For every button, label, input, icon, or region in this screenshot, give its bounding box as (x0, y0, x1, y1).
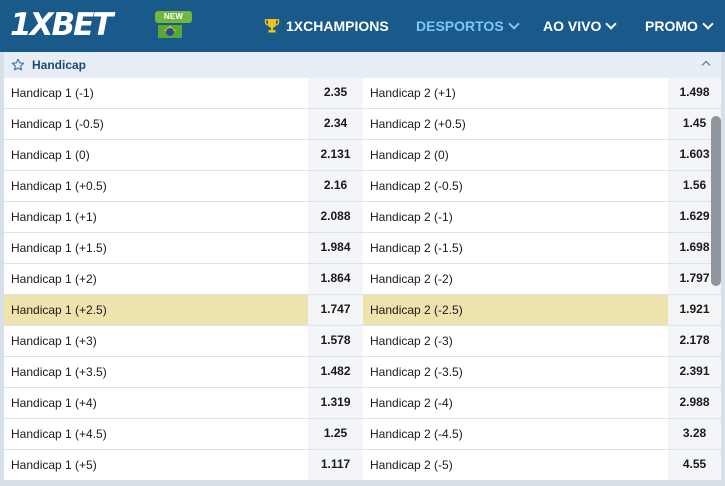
handicap-1-odds[interactable]: 1.319 (308, 388, 363, 418)
scrollbar-thumb[interactable] (711, 116, 721, 286)
top-navigation-bar: 1XBET NEW 1XCHAMPIONS DESPORTOS AO VIVO … (0, 0, 725, 52)
handicap-1-odds[interactable]: 2.088 (308, 202, 363, 232)
new-badge[interactable]: NEW (155, 11, 192, 38)
handicap-2-outcome[interactable]: Handicap 2 (-4) (363, 388, 668, 418)
handicap-1-odds[interactable]: 2.131 (308, 140, 363, 170)
handicap-1-odds[interactable]: 2.34 (308, 109, 363, 139)
handicap-1-odds[interactable]: 1.578 (308, 326, 363, 356)
trophy-icon (264, 19, 280, 33)
handicap-1-outcome[interactable]: Handicap 1 (+1.5) (4, 233, 308, 263)
handicap-1-outcome[interactable]: Handicap 1 (-1) (4, 78, 308, 108)
handicap-1-odds[interactable]: 1.864 (308, 264, 363, 294)
handicap-1-outcome[interactable]: Handicap 1 (0) (4, 140, 308, 170)
table-row: Handicap 1 (+5) 1.117 Handicap 2 (-5) 4.55 (4, 450, 721, 481)
table-row: Handicap 1 (+2) 1.864 Handicap 2 (-2) 1.797 (4, 264, 721, 295)
star-icon[interactable] (11, 58, 25, 72)
handicap-2-outcome[interactable]: Handicap 2 (-2) (363, 264, 668, 294)
nav-ao-vivo[interactable]: AO VIVO (543, 0, 618, 52)
market-header-handicap[interactable]: Handicap (4, 52, 721, 78)
table-row: Handicap 1 (+0.5) 2.16 Handicap 2 (-0.5) 1.… (4, 171, 721, 202)
handicap-2-outcome[interactable]: Handicap 2 (+1) (363, 78, 668, 108)
table-row: Handicap 1 (+1) 2.088 Handicap 2 (-1) 1.629 (4, 202, 721, 233)
handicap-1-odds[interactable]: 2.35 (308, 78, 363, 108)
chevron-down-icon (507, 18, 520, 30)
handicap-2-outcome[interactable]: Handicap 2 (-5) (363, 450, 668, 480)
logo-text: 1XBET (10, 7, 113, 43)
handicap-1-outcome[interactable]: Handicap 1 (+2) (4, 264, 308, 294)
brand-logo[interactable]: 1XBET (10, 7, 113, 43)
table-row: Handicap 1 (+4.5) 1.25 Handicap 2 (-4.5) 3.… (4, 419, 721, 450)
nav-desportos[interactable]: DESPORTOS (416, 0, 520, 52)
handicap-1-outcome[interactable]: Handicap 1 (+3.5) (4, 357, 308, 387)
handicap-odds-table: Handicap 1 (-1) 2.35 Handicap 2 (+1) 1.498 H… (4, 78, 721, 481)
handicap-1-odds[interactable]: 1.984 (308, 233, 363, 263)
handicap-2-outcome[interactable]: Handicap 2 (-1) (363, 202, 668, 232)
brazil-flag-icon (158, 25, 182, 38)
nav-desportos-label: DESPORTOS (416, 18, 504, 34)
handicap-1-outcome[interactable]: Handicap 1 (+4.5) (4, 419, 308, 449)
nav-1xchampions-label: 1XCHAMPIONS (286, 18, 389, 34)
handicap-1-outcome[interactable]: Handicap 1 (+1) (4, 202, 308, 232)
table-row: Handicap 1 (+3) 1.578 Handicap 2 (-3) 2.178 (4, 326, 721, 357)
table-row: Handicap 1 (+3.5) 1.482 Handicap 2 (-3.5) 2… (4, 357, 721, 388)
handicap-1-odds[interactable]: 2.16 (308, 171, 363, 201)
handicap-1-outcome[interactable]: Handicap 1 (+2.5) (4, 295, 308, 325)
table-row: Handicap 1 (-0.5) 2.34 Handicap 2 (+0.5) 1.… (4, 109, 721, 140)
handicap-1-outcome[interactable]: Handicap 1 (+3) (4, 326, 308, 356)
handicap-2-odds[interactable]: 2.391 (668, 357, 721, 387)
nav-1xchampions[interactable]: 1XCHAMPIONS (264, 0, 389, 52)
handicap-2-outcome[interactable]: Handicap 2 (-4.5) (363, 419, 668, 449)
table-row: Handicap 1 (0) 2.131 Handicap 2 (0) 1.603 (4, 140, 721, 171)
handicap-1-outcome[interactable]: Handicap 1 (+5) (4, 450, 308, 480)
handicap-2-outcome[interactable]: Handicap 2 (-3.5) (363, 357, 668, 387)
handicap-1-outcome[interactable]: Handicap 1 (+4) (4, 388, 308, 418)
handicap-2-outcome[interactable]: Handicap 2 (-2.5) (363, 295, 668, 325)
handicap-1-odds[interactable]: 1.117 (308, 450, 363, 480)
chevron-down-icon (605, 18, 618, 30)
handicap-2-outcome[interactable]: Handicap 2 (-1.5) (363, 233, 668, 263)
table-row: Handicap 1 (+4) 1.319 Handicap 2 (-4) 2.988 (4, 388, 721, 419)
handicap-1-odds[interactable]: 1.482 (308, 357, 363, 387)
nav-promo[interactable]: PROMO (645, 0, 714, 52)
handicap-1-odds[interactable]: 1.747 (308, 295, 363, 325)
handicap-2-odds[interactable]: 1.921 (668, 295, 721, 325)
chevron-up-icon[interactable] (701, 60, 711, 70)
handicap-2-odds[interactable]: 2.178 (668, 326, 721, 356)
handicap-2-outcome[interactable]: Handicap 2 (-0.5) (363, 171, 668, 201)
handicap-2-outcome[interactable]: Handicap 2 (-3) (363, 326, 668, 356)
handicap-2-outcome[interactable]: Handicap 2 (+0.5) (363, 109, 668, 139)
handicap-2-odds[interactable]: 3.28 (668, 419, 721, 449)
market-title: Handicap (32, 58, 87, 72)
nav-promo-label: PROMO (645, 18, 698, 34)
handicap-2-odds[interactable]: 1.498 (668, 78, 721, 108)
handicap-1-outcome[interactable]: Handicap 1 (+0.5) (4, 171, 308, 201)
table-row: Handicap 1 (+2.5) 1.747 Handicap 2 (-2.5) 1… (4, 295, 721, 326)
new-label: NEW (155, 11, 192, 23)
table-row: Handicap 1 (+1.5) 1.984 Handicap 2 (-1.5) 1… (4, 233, 721, 264)
table-row: Handicap 1 (-1) 2.35 Handicap 2 (+1) 1.498 (4, 78, 721, 109)
handicap-1-outcome[interactable]: Handicap 1 (-0.5) (4, 109, 308, 139)
handicap-2-outcome[interactable]: Handicap 2 (0) (363, 140, 668, 170)
handicap-2-odds[interactable]: 4.55 (668, 450, 721, 480)
chevron-down-icon (702, 18, 714, 30)
handicap-2-odds[interactable]: 2.988 (668, 388, 721, 418)
handicap-1-odds[interactable]: 1.25 (308, 419, 363, 449)
nav-ao-vivo-label: AO VIVO (543, 18, 602, 34)
